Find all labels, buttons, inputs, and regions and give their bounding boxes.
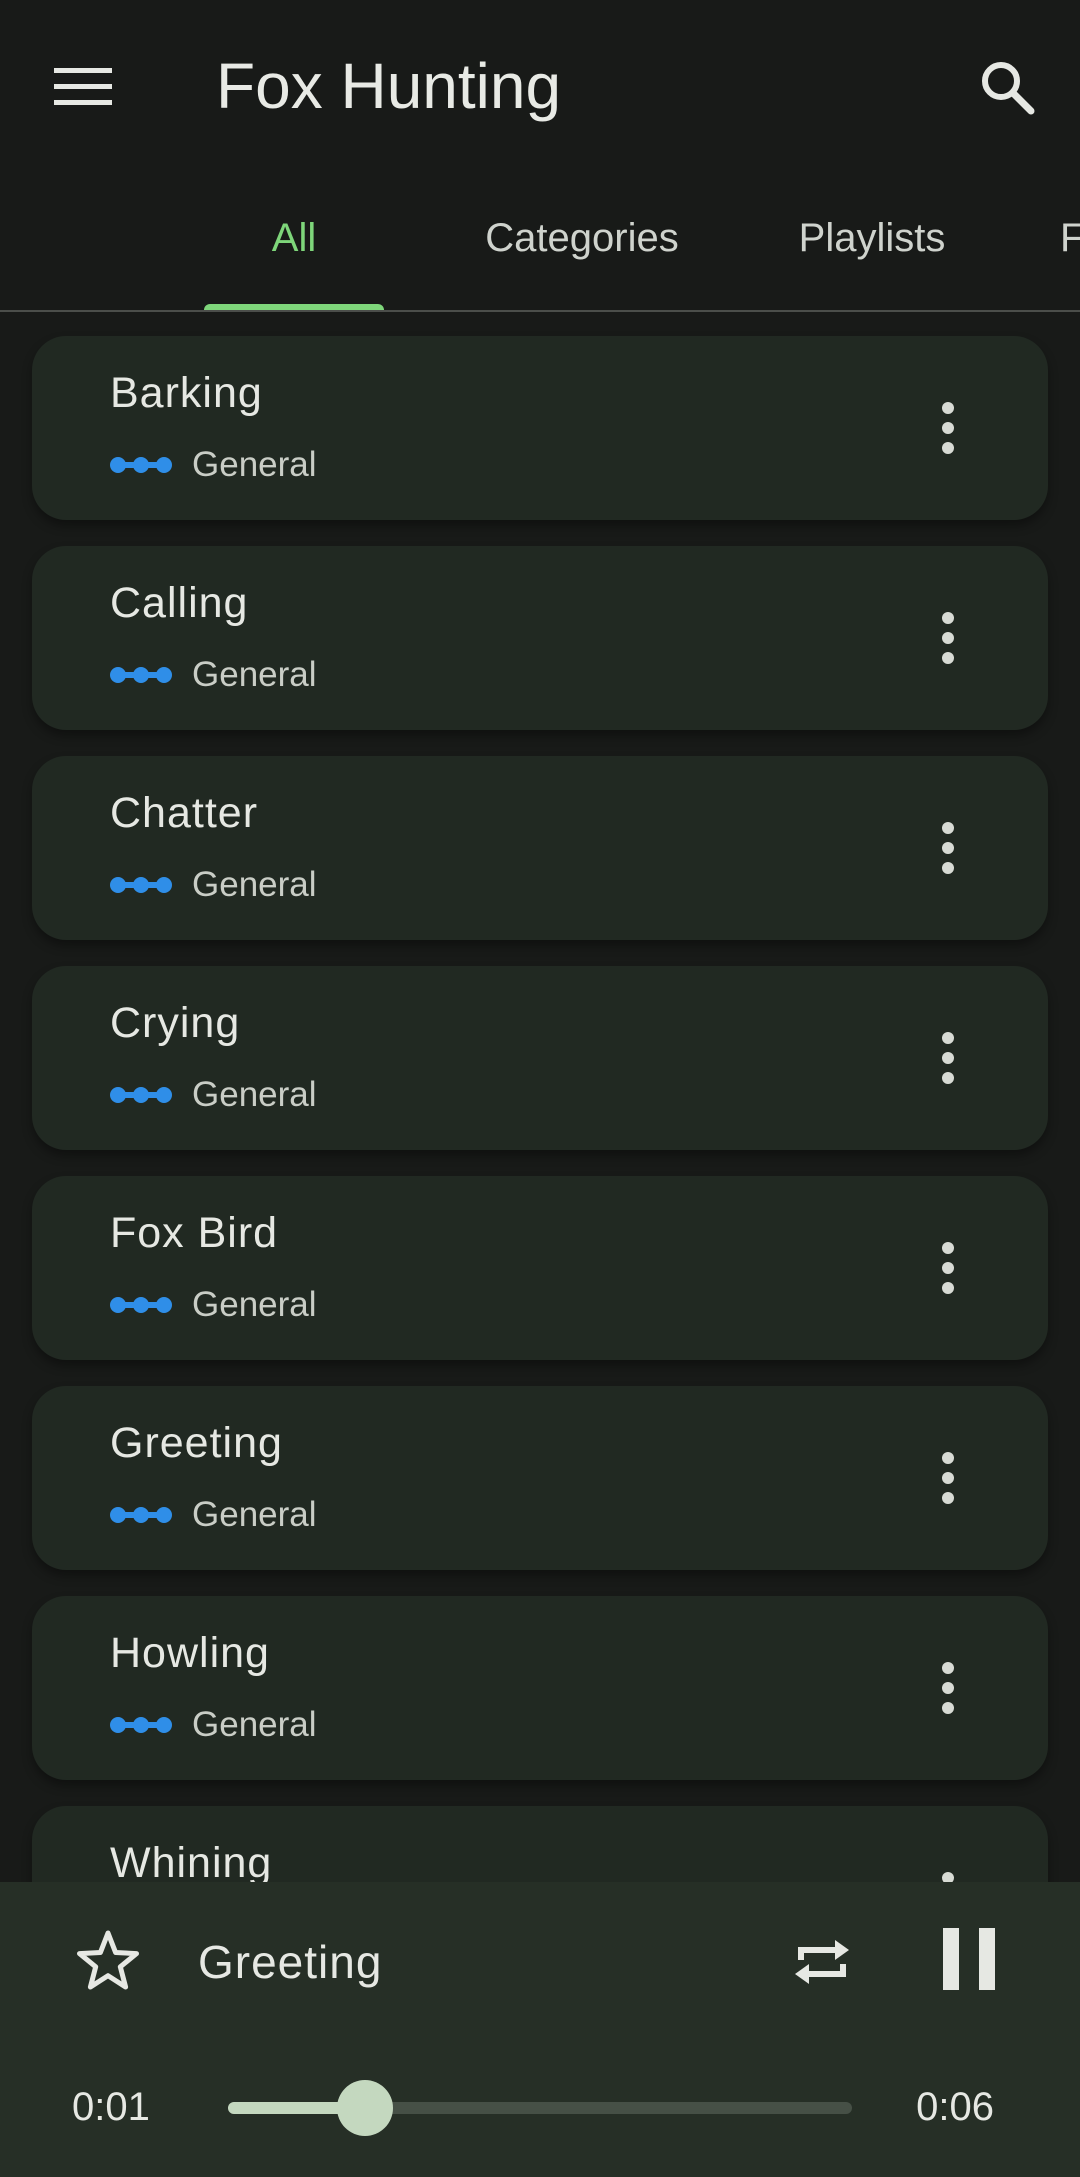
more-options-button[interactable] (908, 808, 988, 888)
sound-category: General (110, 1700, 317, 1750)
sound-item[interactable]: Greeting General (32, 1386, 1048, 1570)
more-options-button[interactable] (908, 1648, 988, 1728)
app-root: Fox Hunting All Categories Playlists F B… (0, 0, 1080, 2177)
slider-thumb[interactable] (337, 2080, 393, 2136)
repeat-button[interactable] (780, 1920, 864, 2004)
now-playing-title: Greeting (198, 1936, 383, 1988)
category-label: General (192, 445, 317, 484)
sound-category: General (110, 1280, 317, 1330)
sound-title: Calling (110, 579, 249, 627)
sound-category: General (110, 860, 317, 910)
more-vert-icon (942, 1032, 954, 1084)
favorite-button[interactable] (68, 1920, 148, 2000)
category-label: General (192, 1075, 317, 1114)
more-options-button[interactable] (908, 1438, 988, 1518)
sound-category: General (110, 650, 317, 700)
category-label: General (192, 865, 317, 904)
sound-item[interactable]: Howling General (32, 1596, 1048, 1780)
search-button[interactable] (964, 44, 1050, 130)
sound-title: Fox Bird (110, 1209, 279, 1257)
category-icon (110, 1507, 172, 1523)
sound-title: Chatter (110, 789, 259, 837)
more-options-button[interactable] (908, 598, 988, 678)
more-options-button[interactable] (908, 388, 988, 468)
star-outline-icon (77, 1930, 139, 1990)
sound-item[interactable]: Crying General (32, 966, 1048, 1150)
now-playing-bar: Greeting 0:01 0:06 (0, 1882, 1080, 2177)
more-vert-icon (942, 612, 954, 664)
tab-playlists[interactable]: Playlists (782, 208, 962, 268)
sound-item[interactable]: Fox Bird General (32, 1176, 1048, 1360)
pause-icon (943, 1928, 995, 1990)
sound-list[interactable]: Barking General Calling General Chatter … (0, 312, 1080, 1882)
pause-button[interactable] (924, 1914, 1014, 2004)
category-icon (110, 877, 172, 893)
category-icon (110, 667, 172, 683)
sound-category: General (110, 440, 317, 490)
sound-item[interactable]: Chatter General (32, 756, 1048, 940)
tab-categories[interactable]: Categories (470, 208, 694, 268)
sound-title: Whining (110, 1839, 273, 1882)
tab-favorites[interactable]: F (1060, 208, 1080, 268)
sound-title: Howling (110, 1629, 270, 1677)
sound-category: General (110, 1490, 317, 1540)
more-vert-icon (942, 402, 954, 454)
app-title: Fox Hunting (216, 50, 562, 122)
tab-all[interactable]: All (204, 208, 384, 268)
sound-category: General (110, 1070, 317, 1120)
more-vert-icon (942, 1662, 954, 1714)
tab-bar: All Categories Playlists F (0, 178, 1080, 312)
sound-item[interactable]: Whining (32, 1806, 1048, 1882)
sound-item[interactable]: Barking General (32, 336, 1048, 520)
top-app-bar: Fox Hunting (0, 0, 1080, 170)
more-vert-icon (942, 1242, 954, 1294)
active-tab-indicator (204, 304, 384, 310)
sound-title: Crying (110, 999, 241, 1047)
menu-icon (54, 68, 112, 105)
more-vert-icon (942, 1452, 954, 1504)
seek-slider[interactable] (228, 2080, 852, 2136)
current-time: 0:01 (72, 2085, 150, 2129)
more-options-button[interactable] (908, 1858, 988, 1882)
category-icon (110, 1717, 172, 1733)
sound-title: Greeting (110, 1419, 283, 1467)
category-label: General (192, 655, 317, 694)
category-icon (110, 1087, 172, 1103)
repeat-icon (795, 1940, 849, 1984)
search-icon (982, 62, 1035, 115)
more-options-button[interactable] (908, 1018, 988, 1098)
menu-button[interactable] (40, 44, 126, 130)
more-options-button[interactable] (908, 1228, 988, 1308)
sound-item[interactable]: Calling General (32, 546, 1048, 730)
more-vert-icon (942, 822, 954, 874)
duration-time: 0:06 (916, 2085, 994, 2129)
sound-title: Barking (110, 369, 263, 417)
category-label: General (192, 1705, 317, 1744)
category-label: General (192, 1285, 317, 1324)
category-icon (110, 457, 172, 473)
category-icon (110, 1297, 172, 1313)
category-label: General (192, 1495, 317, 1534)
more-vert-icon (942, 1872, 954, 1882)
